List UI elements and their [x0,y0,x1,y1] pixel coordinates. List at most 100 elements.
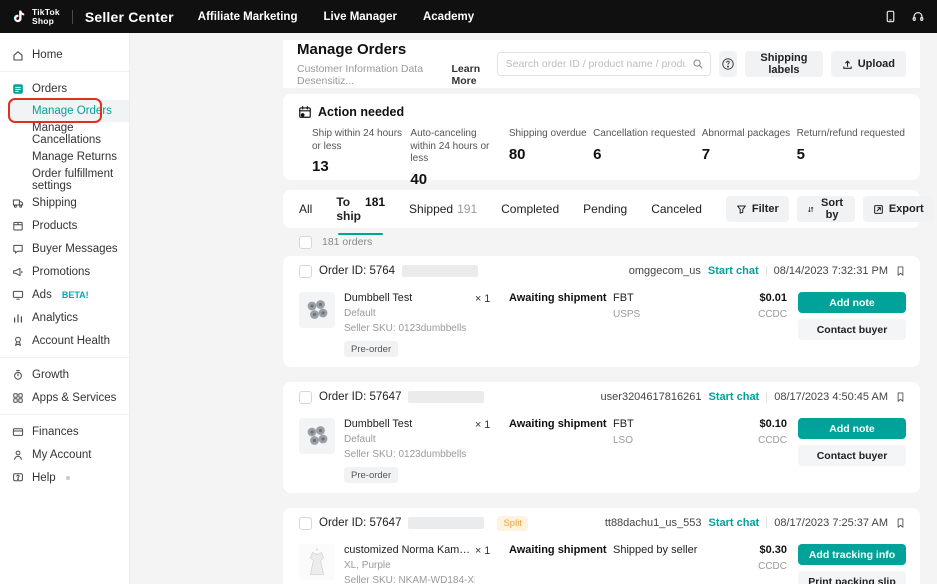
add-tracking-info-label: Add tracking info [808,548,896,561]
sidebar-item-manage-orders[interactable]: Manage Orders [8,98,129,123]
seller-center-title: Seller Center [84,8,174,25]
bookmark-icon[interactable] [895,265,906,277]
sidebar-item-shipping[interactable]: Shipping [0,191,129,214]
sidebar-item-help[interactable]: Help [0,466,129,489]
buyer-username[interactable]: omggecom_us [629,265,701,277]
logo-line2: Shop [32,15,55,26]
pre-order-badge: Pre-order [344,341,399,357]
contact-buyer-button[interactable]: Contact buyer [798,319,906,340]
search-input[interactable] [496,52,711,76]
search-icon[interactable] [692,58,704,70]
tab-to-ship[interactable]: To ship 181 [336,195,385,235]
stat-label: Auto-canceling within 24 hours or less [410,128,490,164]
stat-abnormal-packages[interactable]: Abnormal packages 7 [702,128,790,188]
tab-pending[interactable]: Pending [583,202,627,216]
order-id-label: Order ID: 5764 [319,265,396,277]
stat-cancellation-requested[interactable]: Cancellation requested 6 [593,128,695,188]
sidebar-item-orders[interactable]: Orders [0,77,129,100]
tiktok-note-icon [13,10,25,23]
stat-return-refund[interactable]: Return/refund requested 5 [797,128,905,188]
sidebar-item-promotions[interactable]: Promotions [0,260,129,283]
sidebar-item-analytics[interactable]: Analytics [0,306,129,329]
sidebar-item-label: Order fulfillment settings [32,167,114,192]
mobile-icon[interactable] [884,10,897,23]
action-needed-title: Action needed [318,105,405,119]
product-name[interactable]: customized Norma Kamali Diana... [344,544,475,556]
product-name[interactable]: Dumbbell Test [344,292,466,304]
page-header: Manage Orders Customer Information Data … [283,40,920,88]
product-image-dumbbells[interactable] [299,418,335,454]
add-tracking-info-button[interactable]: Add tracking info [798,544,906,565]
stat-shipping-overdue[interactable]: Shipping overdue 80 [509,128,587,188]
sort-button[interactable]: Sort by [796,196,855,222]
select-all-checkbox[interactable] [299,235,312,249]
tiktok-shop-logo[interactable]: TikTok Shop [12,7,60,26]
product-image-dress-white[interactable] [299,544,335,580]
tab-shipped[interactable]: Shipped 191 [409,202,477,216]
sidebar-item-account-health[interactable]: Account Health [0,329,129,352]
help-button[interactable] [718,51,738,77]
calendar-clock-icon [299,106,311,118]
headset-icon[interactable] [911,10,925,23]
buyer-username[interactable]: user3204617816261 [601,391,702,403]
truck-icon [12,199,24,208]
sidebar-item-label: Manage Orders [32,105,112,117]
split-badge: Split [497,515,528,531]
nav-affiliate-marketing[interactable]: Affiliate Marketing [198,11,298,23]
sidebar-item-growth[interactable]: Growth [0,363,129,386]
order-timestamp: 08/14/2023 7:32:31 PM [773,265,888,277]
sidebar-item-finances[interactable]: Finances [0,420,129,443]
filter-icon [737,205,746,214]
contact-buyer-button[interactable]: Contact buyer [798,445,906,466]
sidebar-item-label: Manage Returns [32,150,118,163]
start-chat-link[interactable]: Start chat [708,517,759,529]
stat-value: 7 [701,145,711,163]
shipping-labels-button[interactable]: Shipping labels [745,51,823,77]
learn-more-link[interactable]: Learn More [452,63,497,87]
sidebar-item-manage-returns[interactable]: Manage Returns [0,145,129,168]
question-icon [13,472,23,481]
bookmark-icon[interactable] [895,391,906,403]
sidebar-item-products[interactable]: Products [0,214,129,237]
stat-value: 40 [410,170,428,188]
sidebar-item-order-fulfillment-settings[interactable]: Order fulfillment settings [0,167,129,192]
product-image-dumbbells[interactable] [299,292,335,328]
contact-buyer-label: Contact buyer [816,323,888,336]
sidebar-item-label: Products [32,219,78,232]
tab-canceled[interactable]: Canceled [651,202,702,216]
export-button[interactable]: Export [862,196,934,222]
start-chat-link[interactable]: Start chat [708,265,759,277]
sidebar-item-ads[interactable]: Ads BETA! [0,283,129,306]
bookmark-icon[interactable] [895,517,906,529]
product-name[interactable]: Dumbbell Test [344,418,466,430]
stat-ship-24h[interactable]: Ship within 24 hours or less 13 [312,128,404,188]
buyer-username[interactable]: tt88dachu1_us_553 [605,517,702,529]
nav-live-manager[interactable]: Live Manager [323,11,397,23]
order-checkbox[interactable] [299,264,312,278]
pre-order-badge: Pre-order [344,467,399,483]
product-variant: XL, Purple [344,560,391,571]
filter-button[interactable]: Filter [725,196,789,222]
upload-button[interactable]: Upload [830,51,906,77]
stat-auto-cancel[interactable]: Auto-canceling within 24 hours or less 4… [410,128,502,188]
sidebar-item-apps-services[interactable]: Apps & Services [0,386,129,409]
stat-label: Ship within 24 hours or less [312,128,403,152]
sidebar-item-manage-cancellations[interactable]: Manage Cancellations [0,122,129,146]
product-sku: Seller SKU: NKAM-WD184-XL-Purple [344,575,475,584]
sidebar-item-my-account[interactable]: My Account [0,443,129,466]
divider [766,518,768,528]
print-packing-slip-button[interactable]: Print packing slip [798,571,906,584]
sidebar-item-label: Ads [32,288,52,301]
add-note-button[interactable]: Add note [798,418,906,439]
add-note-button[interactable]: Add note [798,292,906,313]
order-checkbox[interactable] [299,390,312,404]
sidebar-item-home[interactable]: Home [0,43,129,66]
order-checkbox[interactable] [299,516,312,530]
nav-academy[interactable]: Academy [423,11,474,23]
tab-completed[interactable]: Completed [501,202,559,216]
sidebar-item-buyer-messages[interactable]: Buyer Messages [0,237,129,260]
tab-count: 191 [457,202,478,216]
main-content: Manage Orders Customer Information Data … [283,40,934,584]
tab-all[interactable]: All [299,202,312,216]
start-chat-link[interactable]: Start chat [708,391,759,403]
